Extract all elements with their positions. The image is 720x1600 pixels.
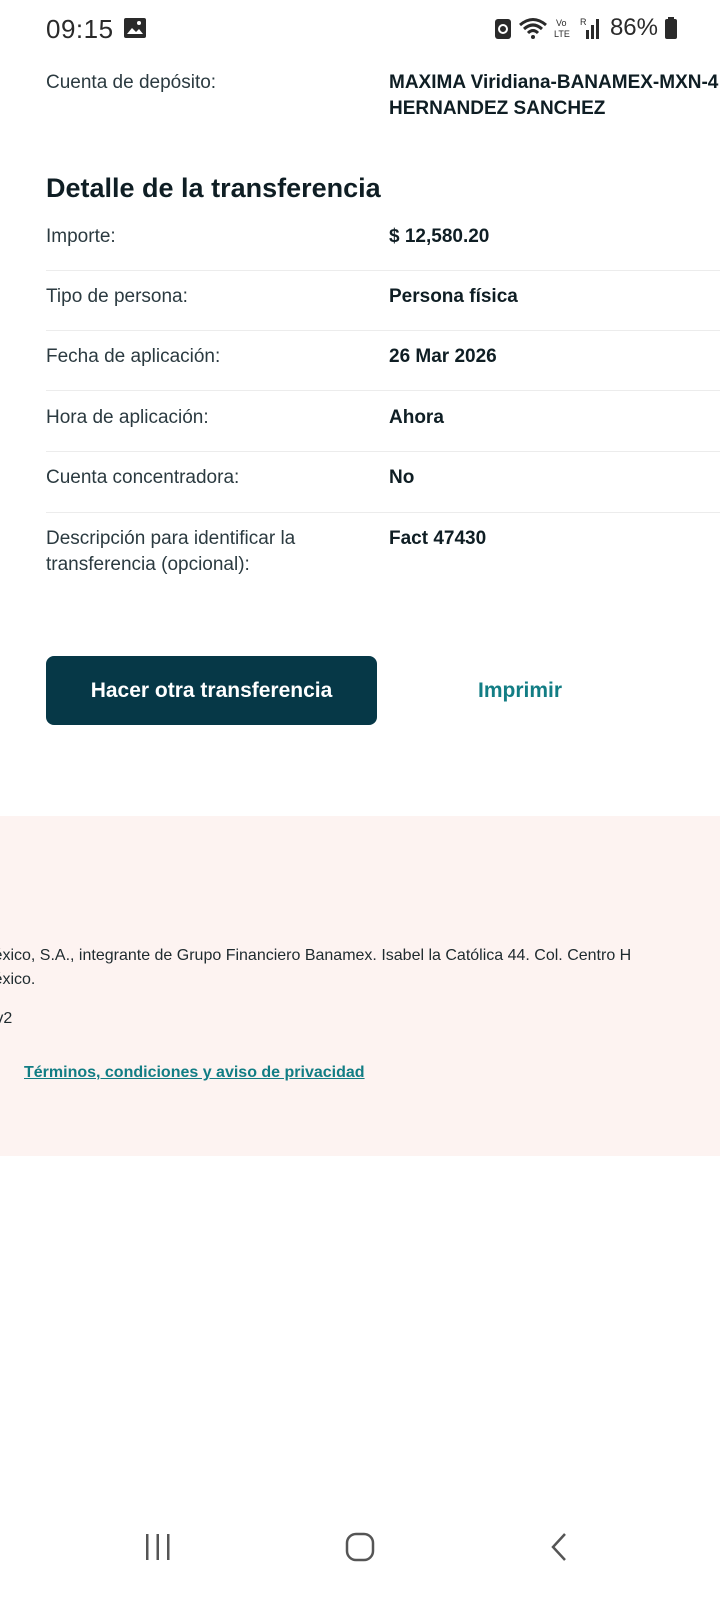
svg-text:R: R <box>580 17 587 27</box>
section-title: Detalle de la transferencia <box>46 173 381 203</box>
deposit-account-holder: HERNANDEZ SANCHEZ <box>389 98 606 119</box>
person-type-label: Tipo de persona: <box>46 286 188 307</box>
divider <box>46 512 720 513</box>
wifi-icon <box>518 18 547 39</box>
application-time-label: Hora de aplicación: <box>46 407 209 428</box>
application-time-value: Ahora <box>389 407 444 428</box>
deposit-account-label: Cuenta de depósito: <box>46 72 217 93</box>
back-icon[interactable] <box>548 1532 570 1562</box>
new-transfer-button[interactable]: Hacer otra transferencia <box>46 656 377 725</box>
vpn-lock-icon <box>494 19 511 39</box>
image-icon <box>124 18 146 38</box>
battery-icon <box>665 17 677 39</box>
amount-label: Importe: <box>46 226 116 247</box>
concentrator-account-value: No <box>389 467 415 488</box>
footer-legal-text: léxico, S.A., integrante de Grupo Financ… <box>0 947 632 964</box>
status-time: 09:15 <box>46 14 114 44</box>
terms-privacy-link[interactable]: Términos, condiciones y aviso de privaci… <box>24 1064 365 1082</box>
description-label-line2: transferencia (opcional): <box>46 554 250 575</box>
recent-apps-icon[interactable] <box>143 1532 173 1562</box>
deposit-account-name: MAXIMA Viridiana-BANAMEX-MXN-4 <box>389 72 719 93</box>
amount-value: $ 12,580.20 <box>389 226 490 247</box>
signal-icon: R <box>580 17 599 39</box>
concentrator-account-label: Cuenta concentradora: <box>46 467 240 488</box>
divider <box>46 330 720 331</box>
divider <box>46 390 720 391</box>
svg-text:LTE: LTE <box>554 29 570 39</box>
system-nav-bar <box>0 1506 720 1600</box>
description-label: Descripción para identificar la <box>46 528 296 549</box>
home-icon[interactable] <box>345 1532 375 1562</box>
divider <box>46 451 720 452</box>
footer-version: rv2 <box>0 1010 13 1027</box>
svg-text:Vo: Vo <box>556 18 567 28</box>
application-date-value: 26 Mar 2026 <box>389 346 497 367</box>
battery-percent: 86% <box>609 14 658 41</box>
print-button[interactable]: Imprimir <box>440 656 600 725</box>
application-date-label: Fecha de aplicación: <box>46 346 221 367</box>
footer: léxico, S.A., integrante de Grupo Financ… <box>0 816 720 1156</box>
footer-legal-text-2: léxico. <box>0 971 36 988</box>
status-icons: Vo LTE R 86% <box>494 12 678 44</box>
description-value: Fact 47430 <box>389 528 487 549</box>
divider <box>46 270 720 271</box>
volte-icon: Vo LTE <box>554 18 570 39</box>
status-bar: 09:15 Vo LTE R 86% <box>0 0 720 56</box>
person-type-value: Persona física <box>389 286 518 307</box>
